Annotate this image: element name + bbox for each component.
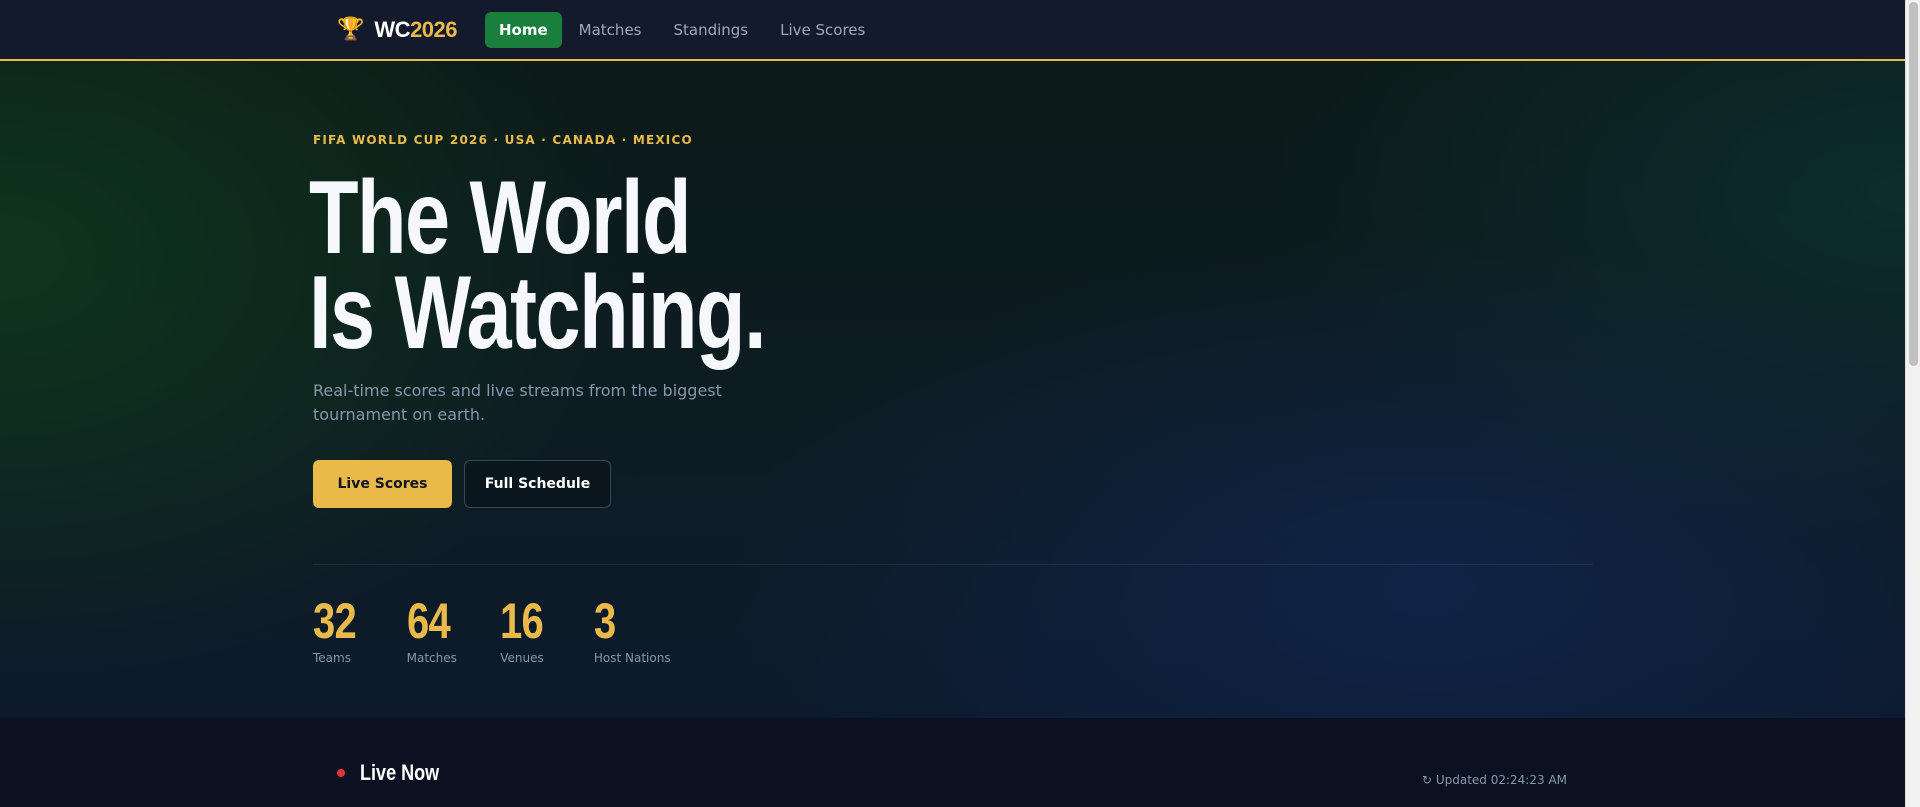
page-scrollbar[interactable] bbox=[1905, 0, 1920, 807]
last-updated-timestamp: ↻ Updated 02:24:23 AM bbox=[1421, 773, 1567, 787]
stat-label: Venues bbox=[500, 651, 544, 665]
stat-matches: 64 Matches bbox=[407, 596, 461, 665]
full-schedule-button[interactable]: Full Schedule bbox=[464, 460, 611, 508]
nav-link-home[interactable]: Home bbox=[485, 12, 562, 48]
nav-link-standings[interactable]: Standings bbox=[658, 12, 763, 48]
stat-label: Teams bbox=[313, 651, 351, 665]
stat-venues: 16 Venues bbox=[500, 596, 554, 665]
hero-eyebrow: FIFA WORLD CUP 2026 · USA · CANADA · MEX… bbox=[313, 133, 693, 147]
headline-line-2: Is Watching. bbox=[309, 255, 767, 371]
page: 🏆 WC2026 Home Matches Standings Live Sco… bbox=[0, 0, 1920, 807]
hero-section: FIFA WORLD CUP 2026 · USA · CANADA · MEX… bbox=[0, 61, 1905, 718]
nav-link-matches[interactable]: Matches bbox=[564, 12, 657, 48]
stat-label: Matches bbox=[406, 651, 457, 665]
logo-text: WC2026 bbox=[374, 17, 457, 43]
nav-links: Home Matches Standings Live Scores bbox=[485, 12, 880, 48]
live-now-title: Live Now bbox=[360, 760, 440, 785]
top-navigation: 🏆 WC2026 Home Matches Standings Live Sco… bbox=[0, 0, 1905, 61]
logo-prefix: WC bbox=[374, 17, 411, 42]
tournament-stats: 32 Teams 64 Matches 16 Venues 3 Host Nat… bbox=[313, 596, 671, 665]
hero-divider bbox=[313, 564, 1593, 565]
stat-value: 3 bbox=[593, 593, 616, 649]
live-now-section: Live Now ↻ Updated 02:24:23 AM bbox=[0, 718, 1905, 807]
hero-subtitle: Real-time scores and live streams from t… bbox=[313, 381, 722, 424]
stat-host-nations: 3 Host Nations bbox=[594, 596, 671, 665]
stat-value: 64 bbox=[406, 593, 451, 649]
live-scores-button[interactable]: Live Scores bbox=[313, 460, 452, 508]
scrollbar-thumb[interactable] bbox=[1909, 2, 1918, 366]
stat-value: 16 bbox=[500, 593, 544, 649]
site-logo[interactable]: 🏆 WC2026 bbox=[337, 17, 458, 43]
logo-year: 2026 bbox=[410, 17, 458, 42]
stat-label: Host Nations bbox=[593, 651, 671, 665]
trophy-icon: 🏆 bbox=[337, 17, 365, 42]
headline-line-1: The World bbox=[309, 160, 692, 276]
live-indicator-dot bbox=[337, 769, 345, 777]
hero-headline: The World Is Watching. bbox=[309, 160, 777, 371]
stat-value: 32 bbox=[313, 593, 357, 649]
stat-teams: 32 Teams bbox=[313, 596, 367, 665]
nav-link-live-scores[interactable]: Live Scores bbox=[765, 12, 880, 48]
